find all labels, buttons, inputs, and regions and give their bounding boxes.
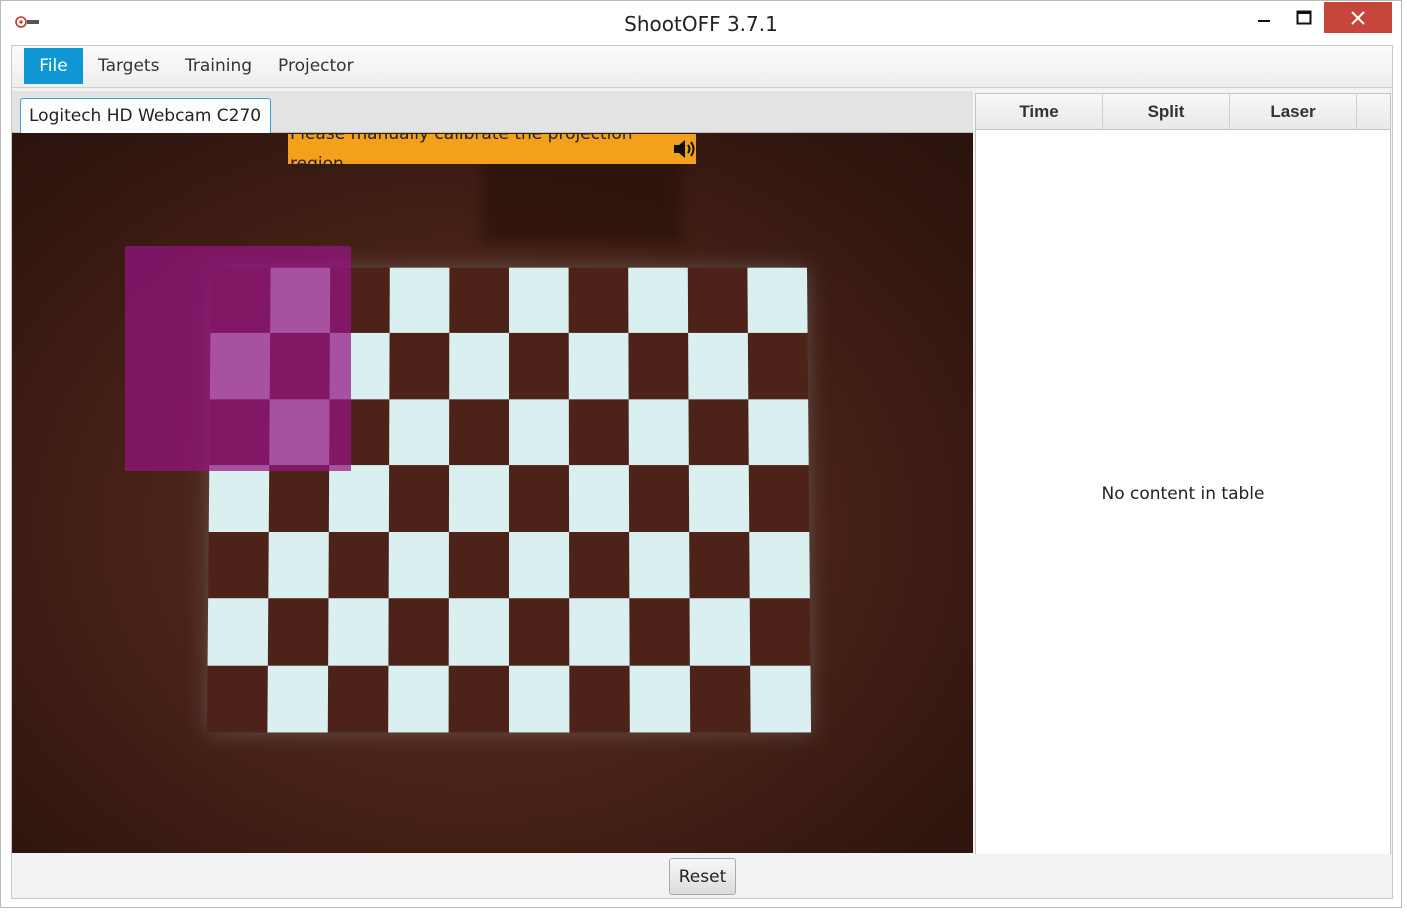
checkerboard-square <box>207 598 269 666</box>
column-header-filler <box>1357 94 1390 129</box>
menu-targets[interactable]: Targets <box>86 48 171 84</box>
camera-feed[interactable]: Please manually calibrate the projection… <box>12 133 973 853</box>
close-button[interactable] <box>1324 2 1392 33</box>
checkerboard-square <box>689 531 750 599</box>
checkerboard-square <box>628 267 689 334</box>
checkerboard-square <box>688 399 749 466</box>
checkerboard-square <box>569 665 630 733</box>
checkerboard-square <box>509 333 569 400</box>
checkerboard-square <box>568 333 629 400</box>
checkerboard-square <box>509 531 570 599</box>
column-header-laser[interactable]: Laser <box>1230 94 1357 130</box>
column-header-time[interactable]: Time <box>976 94 1103 130</box>
tab-camera[interactable]: Logitech HD Webcam C270 1 <box>20 98 271 160</box>
camera-tab-strip: Logitech HD Webcam C270 1 <box>12 91 973 160</box>
checkerboard-square <box>449 333 509 400</box>
speaker-icon[interactable] <box>672 138 696 160</box>
checkerboard-square <box>689 598 751 666</box>
checkerboard-square <box>448 598 509 666</box>
checkerboard-square <box>388 465 450 532</box>
checkerboard-square <box>629 665 691 733</box>
reset-button[interactable]: Reset <box>669 858 736 895</box>
menu-bar: File Targets Training Projector <box>12 46 1392 88</box>
checkerboard-square <box>509 399 569 466</box>
table-header: Time Split Laser <box>976 94 1390 130</box>
checkerboard-square <box>748 399 809 466</box>
minimize-button[interactable] <box>1244 2 1284 33</box>
checkerboard-square <box>628 465 690 532</box>
checkerboard-square <box>509 598 570 666</box>
checkerboard-square <box>388 598 449 666</box>
app-window: ShootOFF 3.7.1 File Targets Training Pro… <box>0 0 1402 908</box>
checkerboard-square <box>328 465 390 532</box>
alert-text: Please manually calibrate the projection… <box>290 133 633 174</box>
checkerboard-square <box>448 531 509 599</box>
checkerboard-square <box>449 267 509 334</box>
checkerboard-square <box>448 665 509 733</box>
checkerboard-square <box>328 598 389 666</box>
checkerboard-square <box>268 465 330 532</box>
close-icon <box>1351 10 1365 25</box>
checkerboard-square <box>688 333 749 400</box>
title-bar[interactable]: ShootOFF 3.7.1 <box>1 1 1401 45</box>
minimize-icon <box>1258 19 1270 22</box>
checkerboard-square <box>267 665 329 733</box>
maximize-icon <box>1296 10 1312 24</box>
checkerboard-square <box>448 465 509 532</box>
checkerboard-square <box>628 333 689 400</box>
checkerboard-square <box>208 465 270 532</box>
checkerboard-square <box>689 665 751 733</box>
checkerboard-square <box>206 665 268 733</box>
calibration-region[interactable] <box>125 246 351 471</box>
menu-file[interactable]: File <box>24 48 83 84</box>
checkerboard-square <box>687 267 748 334</box>
checkerboard-square <box>388 665 449 733</box>
checkerboard-square <box>388 531 449 599</box>
menu-projector[interactable]: Projector <box>266 48 366 84</box>
maximize-button[interactable] <box>1284 2 1324 33</box>
checkerboard-square <box>509 465 570 532</box>
menu-training[interactable]: Training <box>173 48 264 84</box>
checkerboard-square <box>568 465 630 532</box>
checkerboard-square <box>389 333 450 400</box>
window-title: ShootOFF 3.7.1 <box>624 12 778 36</box>
checkerboard-square <box>509 665 570 733</box>
checkerboard-square <box>569 598 630 666</box>
shot-timer-table: Time Split Laser No content in table <box>975 93 1391 858</box>
checkerboard-square <box>208 531 269 599</box>
checkerboard-square <box>328 531 389 599</box>
bottom-bar: Reset <box>12 854 1392 898</box>
checkerboard-square <box>747 333 809 400</box>
checkerboard-square <box>628 399 689 466</box>
checkerboard-square <box>750 665 812 733</box>
checkerboard-square <box>389 267 450 334</box>
calibration-alert: Please manually calibrate the projection… <box>288 133 696 174</box>
checkerboard-square <box>749 598 811 666</box>
checkerboard-square <box>568 399 629 466</box>
column-header-split[interactable]: Split <box>1103 94 1230 130</box>
checkerboard-square <box>267 598 329 666</box>
checkerboard-square <box>268 531 329 599</box>
checkerboard-square <box>629 598 690 666</box>
main-content: File Targets Training Projector Logitech… <box>11 45 1393 899</box>
checkerboard-square <box>449 399 509 466</box>
checkerboard-square <box>568 267 629 334</box>
checkerboard-square <box>688 465 750 532</box>
checkerboard-square <box>748 465 810 532</box>
checkerboard-square <box>327 665 389 733</box>
checkerboard-square <box>509 267 569 334</box>
checkerboard-square <box>389 399 450 466</box>
checkerboard-square <box>749 531 810 599</box>
checkerboard-square <box>747 267 808 334</box>
table-empty-message: No content in table <box>1101 484 1265 504</box>
checkerboard-square <box>629 531 690 599</box>
checkerboard-square <box>569 531 630 599</box>
